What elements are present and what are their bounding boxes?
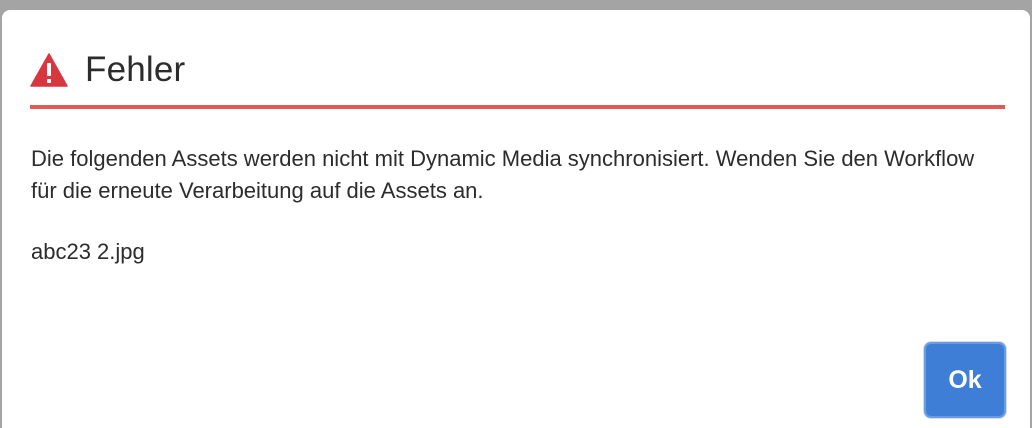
header-divider bbox=[30, 105, 1005, 109]
error-dialog: Fehler Die folgenden Assets werden nicht… bbox=[2, 10, 1030, 428]
dialog-header: Fehler bbox=[30, 48, 185, 92]
alert-triangle-icon bbox=[30, 53, 68, 87]
ok-button[interactable]: Ok bbox=[924, 342, 1006, 418]
asset-name: abc23 2.jpg bbox=[31, 239, 145, 264]
dialog-title: Fehler bbox=[85, 50, 186, 89]
dialog-message: Die folgenden Assets werden nicht mit Dy… bbox=[31, 146, 975, 203]
